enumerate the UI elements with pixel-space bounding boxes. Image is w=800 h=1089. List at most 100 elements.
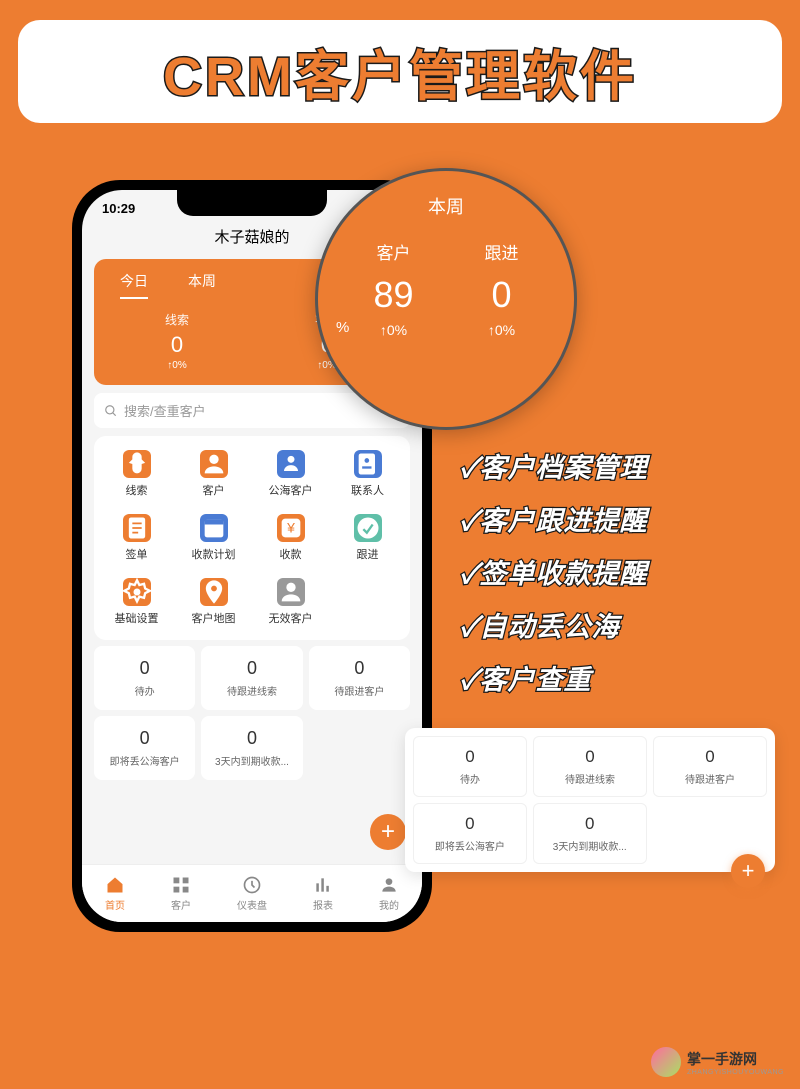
- stat-change: ↑0%: [165, 360, 189, 371]
- float-value: 0: [540, 747, 640, 767]
- stat-card[interactable]: 0 待跟进线索: [201, 646, 302, 710]
- settings-icon: [123, 578, 151, 606]
- menu-item-contact[interactable]: 联系人: [331, 450, 404, 498]
- menu-label: 签单: [126, 546, 148, 562]
- float-stat-card[interactable]: 0 待办: [413, 736, 527, 797]
- menu-item-follow[interactable]: 跟进: [331, 514, 404, 562]
- search-icon: [104, 404, 118, 418]
- float-stats-card: 0待办0待跟进线索0待跟进客户 0即将丢公海客户03天内到期收款... +: [405, 728, 775, 872]
- sign-icon: [123, 514, 151, 542]
- float-add-button[interactable]: +: [731, 854, 765, 888]
- plan-icon: [200, 514, 228, 542]
- float-value: 0: [420, 747, 520, 767]
- float-label: 待办: [420, 771, 520, 786]
- float-stat-card[interactable]: 0 待跟进客户: [653, 736, 767, 797]
- stat-card[interactable]: 0待跟进客户: [309, 646, 410, 710]
- feature-item: ✓签单收款提醒: [460, 552, 647, 591]
- stat-card[interactable]: 0 待办: [94, 646, 195, 710]
- stat-card-label: 待办: [100, 683, 189, 698]
- title-bar: CRM客户管理软件: [18, 20, 782, 123]
- menu-grid-card: 线索 客户 公海客户 联系人签单 收款计划 ¥ 收款 跟进基础设置客户地图 无效客户: [94, 436, 410, 640]
- nav-icon: [379, 875, 399, 895]
- watermark-logo-icon: [651, 1047, 681, 1077]
- float-stat-card[interactable]: 0 待跟进线索: [533, 736, 647, 797]
- stat-card-label: 3天内到期收款...: [207, 753, 296, 768]
- contact-icon: [354, 450, 382, 478]
- nav-icon: [105, 875, 125, 895]
- stat-card-value: 0: [207, 728, 296, 749]
- float-label: 待跟进线索: [540, 771, 640, 786]
- status-time: 10:29: [102, 201, 135, 216]
- float-label: 待跟进客户: [660, 771, 760, 786]
- menu-label: 客户地图: [192, 610, 236, 626]
- nav-label: 首页: [105, 897, 125, 912]
- menu-item-plan[interactable]: 收款计划: [177, 514, 250, 562]
- float-value: 0: [420, 814, 520, 834]
- nav-label: 报表: [313, 897, 333, 912]
- stat-card-value: 0: [100, 658, 189, 679]
- menu-label: 线索: [126, 482, 148, 498]
- watermark: 掌一手游网 ZHANGYISHOUYOUWANG: [651, 1047, 784, 1077]
- mag-pct-label: %: [336, 319, 349, 336]
- tab-week[interactable]: 本周: [188, 271, 216, 299]
- mag-value: 0: [485, 274, 519, 316]
- float-value: 0: [540, 814, 640, 834]
- tab-today[interactable]: 今日: [120, 271, 148, 299]
- mag-change: ↑0%: [485, 322, 519, 338]
- nav-item-1[interactable]: 客户: [171, 875, 191, 912]
- sea-icon: [277, 450, 305, 478]
- stat-card-value: 0: [100, 728, 189, 749]
- menu-item-person[interactable]: 客户: [177, 450, 250, 498]
- menu-label: 公海客户: [269, 482, 313, 498]
- nav-icon: [242, 875, 262, 895]
- nav-item-0[interactable]: 首页: [105, 875, 125, 912]
- float-value: 0: [660, 747, 760, 767]
- menu-item-sea[interactable]: 公海客户: [254, 450, 327, 498]
- mag-label: 跟进: [485, 239, 519, 264]
- search-placeholder: 搜索/查重客户: [124, 401, 206, 420]
- nav-icon: [171, 875, 191, 895]
- menu-label: 联系人: [351, 482, 384, 498]
- stat-label: 线索: [165, 311, 189, 328]
- follow-icon: [354, 514, 382, 542]
- person-icon: [200, 450, 228, 478]
- mag-stat-customers: 客户 89 ↑0%: [373, 239, 413, 338]
- nav-item-3[interactable]: 报表: [313, 875, 333, 912]
- menu-label: 跟进: [357, 546, 379, 562]
- menu-item-settings[interactable]: 基础设置: [100, 578, 173, 626]
- stat-card[interactable]: 0 即将丢公海客户: [94, 716, 195, 780]
- stat-card[interactable]: 0 3天内到期收款...: [201, 716, 302, 780]
- stat-card-label: 即将丢公海客户: [100, 753, 189, 768]
- float-label: 即将丢公海客户: [420, 838, 520, 853]
- float-stat-card[interactable]: 0 即将丢公海客户: [413, 803, 527, 864]
- mag-stat-follow: 跟进 0 ↑0%: [485, 239, 519, 338]
- stat-card-value: 0: [207, 658, 296, 679]
- menu-item-invalid[interactable]: 无效客户: [254, 578, 327, 626]
- menu-label: 客户: [203, 482, 225, 498]
- menu-item-sign[interactable]: 签单: [100, 514, 173, 562]
- add-button[interactable]: +: [370, 814, 406, 850]
- menu-item-leads[interactable]: 线索: [100, 450, 173, 498]
- invalid-icon: [277, 578, 305, 606]
- nav-label: 仪表盘: [237, 897, 267, 912]
- float-stat-card[interactable]: 0 3天内到期收款...: [533, 803, 647, 864]
- stat-value: 0: [165, 332, 189, 358]
- nav-item-2[interactable]: 仪表盘: [237, 875, 267, 912]
- watermark-name: 掌一手游网: [687, 1049, 784, 1069]
- menu-label: 收款: [280, 546, 302, 562]
- stat-card-label: 待跟进线索: [207, 683, 296, 698]
- menu-item-payment[interactable]: ¥ 收款: [254, 514, 327, 562]
- stat-leads[interactable]: 线索 0 ↑0%: [165, 311, 189, 371]
- map-icon: [200, 578, 228, 606]
- phone-notch: [177, 190, 327, 216]
- feature-item: ✓客户档案管理: [460, 446, 647, 485]
- svg-text:¥: ¥: [286, 520, 295, 536]
- menu-item-map[interactable]: 客户地图: [177, 578, 250, 626]
- menu-label: 收款计划: [192, 546, 236, 562]
- magnifier-zoom: 本周 % 客户 89 ↑0% 跟进 0 ↑0%: [315, 168, 577, 430]
- mag-value: 89: [373, 274, 413, 316]
- mag-tab: 本周: [338, 193, 554, 219]
- nav-item-4[interactable]: 我的: [379, 875, 399, 912]
- float-label: 3天内到期收款...: [540, 838, 640, 853]
- feature-item: ✓客户查重: [460, 658, 647, 697]
